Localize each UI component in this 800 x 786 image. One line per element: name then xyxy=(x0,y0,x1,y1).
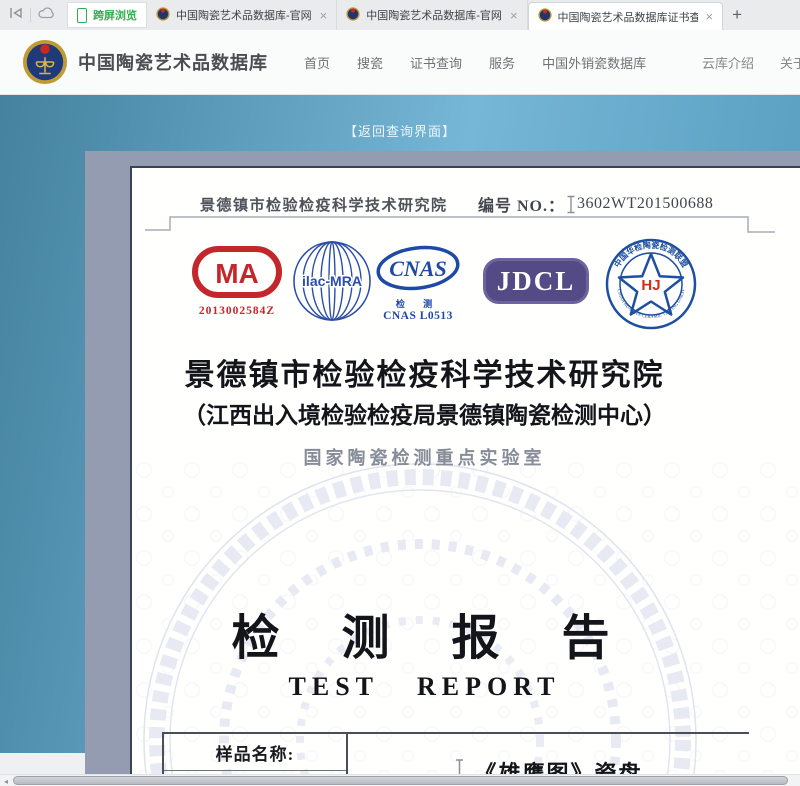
cma-logo: MA 2013002584Z xyxy=(190,245,284,317)
nav-item-export-porcelain-db[interactable]: 中国外销瓷数据库 xyxy=(542,53,646,72)
certificate-page: 景德镇市检验检疫科学技术研究院 编号 NO.： 3602WT201500688 … xyxy=(130,166,800,786)
back-to-query-link[interactable]: 【返回查询界面】 xyxy=(0,121,800,140)
sample-label-cn: 样品名称: xyxy=(164,734,346,771)
report-title-en: TEST REPORT xyxy=(132,672,717,702)
tab-label: 跨屏浏览 xyxy=(93,7,137,23)
tab-bar: 跨屏浏览 中国陶瓷艺术品数据库-官网 × 中国陶瓷艺术品数据库-官网 × 中国陶… xyxy=(0,0,800,30)
lab-name-line: 国家陶瓷检测重点实验室 xyxy=(132,444,717,470)
nav-item-cloud-intro[interactable]: 云库介绍 xyxy=(702,53,754,72)
nav-menu: 首页 搜瓷 证书查询 服务 中国外销瓷数据库 xyxy=(304,53,646,72)
close-icon[interactable]: × xyxy=(706,10,714,23)
tab-label: 中国陶瓷艺术品数据库-官网 xyxy=(176,7,312,23)
nav-item-certificate-query[interactable]: 证书查询 xyxy=(410,53,462,72)
scrollbar-thumb[interactable] xyxy=(13,776,788,785)
site-favicon xyxy=(538,8,552,25)
nav-menu-right: 云库介绍 关于 xyxy=(702,30,800,94)
tab-label: 中国陶瓷艺术品数据库证书查询 xyxy=(558,9,698,25)
cma-number: 2013002584Z xyxy=(190,305,284,317)
site-title: 中国陶瓷艺术品数据库 xyxy=(78,49,268,75)
site-favicon xyxy=(346,7,360,24)
scroll-left-arrow-icon[interactable]: ◂ xyxy=(0,775,12,786)
cnas-logo: CNAS 检 测 CNAS L0513 xyxy=(375,244,461,322)
site-logo-emblem[interactable] xyxy=(22,39,68,85)
nav-item-home[interactable]: 首页 xyxy=(304,53,330,72)
close-icon[interactable]: × xyxy=(320,9,328,22)
header-rule-line xyxy=(132,168,792,238)
nav-item-about[interactable]: 关于 xyxy=(780,53,800,72)
cloud-icon[interactable] xyxy=(38,6,55,24)
cnas-caption-cn: 检 测 xyxy=(375,297,461,310)
close-icon[interactable]: × xyxy=(510,9,518,22)
nav-item-search[interactable]: 搜瓷 xyxy=(357,53,383,72)
cnas-caption-code: CNAS L0513 xyxy=(375,310,461,322)
org-title-cn: 景德镇市检验检疫科学技术研究院 xyxy=(132,350,717,394)
horizontal-scrollbar[interactable]: ◂ xyxy=(0,774,800,786)
nav-item-services[interactable]: 服务 xyxy=(489,53,515,72)
phone-icon xyxy=(77,8,87,23)
divider xyxy=(30,8,31,22)
tab-certificate-query-active[interactable]: 中国陶瓷艺术品数据库证书查询 × xyxy=(528,2,724,30)
site-favicon xyxy=(156,7,170,24)
hj-ceramic-union-logo: HJ 中国华检陶瓷检测联盟 CHINA HUA-JIAN CERAMIC TES… xyxy=(605,238,697,335)
site-nav: 中国陶瓷艺术品数据库 首页 搜瓷 证书查询 服务 中国外销瓷数据库 云库介绍 关… xyxy=(0,30,800,95)
tab-label: 中国陶瓷艺术品数据库-官网 xyxy=(366,7,502,23)
tab-cross-screen[interactable]: 跨屏浏览 xyxy=(67,2,147,28)
window-icon-group xyxy=(0,0,64,30)
svg-text:ilac-MRA: ilac-MRA xyxy=(302,273,362,289)
jdcl-logo: JDCL xyxy=(483,258,589,304)
new-tab-button[interactable]: + xyxy=(723,0,751,30)
body-bottom-strip xyxy=(0,753,85,775)
document-viewer: 景德镇市检验检疫科学技术研究院 编号 NO.： 3602WT201500688 … xyxy=(85,151,800,786)
tab-database-official-1[interactable]: 中国陶瓷艺术品数据库-官网 × xyxy=(147,0,337,30)
browser-window: 跨屏浏览 中国陶瓷艺术品数据库-官网 × 中国陶瓷艺术品数据库-官网 × 中国陶… xyxy=(0,0,800,786)
jdcl-text: JDCL xyxy=(497,266,576,297)
ilac-mra-logo: ilac-MRA xyxy=(292,240,372,327)
svg-text:MA: MA xyxy=(215,258,259,289)
svg-text:CNAS: CNAS xyxy=(389,256,446,281)
sidebar-toggle-icon[interactable] xyxy=(9,6,23,25)
org-branch-line: （江西出入境检验检疫局景德镇陶瓷检测中心） xyxy=(132,396,717,430)
svg-text:HJ: HJ xyxy=(641,277,660,294)
tab-database-official-2[interactable]: 中国陶瓷艺术品数据库-官网 × xyxy=(337,0,527,30)
report-title-cn: 检 测 报 告 xyxy=(132,598,717,668)
